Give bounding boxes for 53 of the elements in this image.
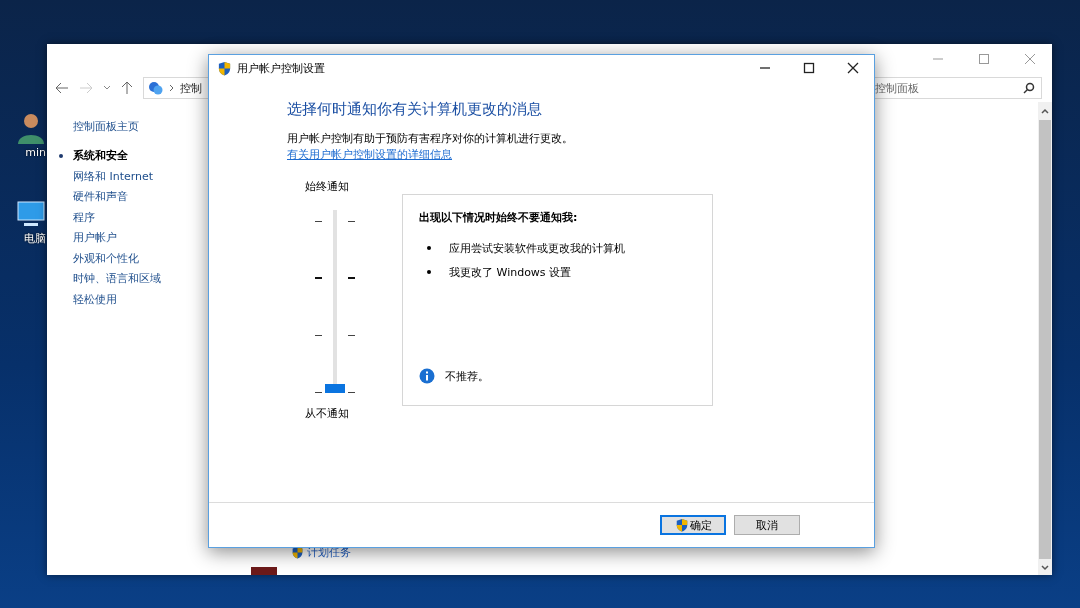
- note-text: 不推荐。: [445, 368, 489, 384]
- sidebar-item[interactable]: 控制面板主页: [73, 118, 139, 134]
- up-arrow-icon[interactable]: [121, 81, 133, 95]
- cancel-button[interactable]: 取消: [734, 515, 800, 535]
- desktop-icon-label[interactable]: 电脑: [24, 231, 46, 246]
- tick-mark: [348, 334, 355, 336]
- description-text: 用户帐户控制有助于预防有害程序对你的计算机进行更改。: [287, 131, 574, 146]
- bullet-text: 我更改了 Windows 设置: [449, 264, 572, 280]
- sidebar-item[interactable]: 轻松使用: [73, 291, 117, 307]
- slider-thumb[interactable]: [325, 384, 345, 393]
- sidebar-item[interactable]: 用户帐户: [73, 230, 117, 246]
- shield-icon: [674, 518, 689, 532]
- sidebar-item[interactable]: 系统和安全: [73, 148, 128, 164]
- tick-mark: [315, 334, 322, 336]
- monitor-icon: [16, 199, 46, 229]
- control-panel-icon: [148, 80, 164, 96]
- scroll-up-icon[interactable]: [1041, 108, 1049, 114]
- shield-icon: [217, 60, 232, 76]
- tick-mark: [348, 277, 355, 279]
- scroll-down-icon[interactable]: [1041, 565, 1049, 571]
- bullet-text: 应用尝试安装软件或更改我的计算机: [449, 240, 625, 256]
- selected-bullet: [59, 153, 63, 158]
- dialog-heading: 选择何时通知你有关计算机更改的消息: [287, 100, 543, 119]
- help-link[interactable]: 有关用户帐户控制设置的详细信息: [287, 147, 452, 162]
- slider-top-label: 始终通知: [305, 179, 350, 194]
- desktop-icon-label[interactable]: min: [25, 146, 46, 159]
- window-title: 用户帐户控制设置: [237, 60, 325, 76]
- tick-mark: [348, 391, 355, 393]
- tick-mark: [315, 220, 322, 222]
- info-icon: [419, 368, 435, 384]
- chevron-icon: [169, 84, 175, 92]
- tick-mark: [315, 277, 322, 279]
- sidebar-item[interactable]: 时钟、语言和区域: [73, 271, 161, 287]
- program-icon: [251, 567, 277, 575]
- info-heading: 出现以下情况时始终不要通知我:: [419, 210, 579, 225]
- scrollbar[interactable]: [1038, 102, 1052, 575]
- close-icon[interactable]: [847, 62, 859, 74]
- back-arrow-icon[interactable]: [55, 82, 69, 94]
- dropdown-caret-icon[interactable]: [103, 85, 111, 91]
- tick-mark: [348, 220, 355, 222]
- sidebar-item[interactable]: 硬件和声音: [73, 189, 128, 205]
- sidebar-item[interactable]: 外观和个性化: [73, 250, 139, 266]
- maximize-icon[interactable]: [803, 62, 815, 74]
- slider-bottom-label: 从不通知: [305, 406, 350, 421]
- sidebar-item[interactable]: 网络和 Internet: [73, 168, 154, 184]
- ok-button[interactable]: 确定: [660, 515, 726, 535]
- tick-mark: [315, 391, 322, 393]
- search-icon[interactable]: [1023, 82, 1035, 94]
- bullet-dot: [427, 246, 431, 250]
- sidebar-item[interactable]: 程序: [73, 209, 95, 225]
- bullet-dot: [427, 270, 431, 274]
- address-text: 控制: [180, 80, 202, 96]
- scrollbar-thumb[interactable]: [1039, 120, 1051, 559]
